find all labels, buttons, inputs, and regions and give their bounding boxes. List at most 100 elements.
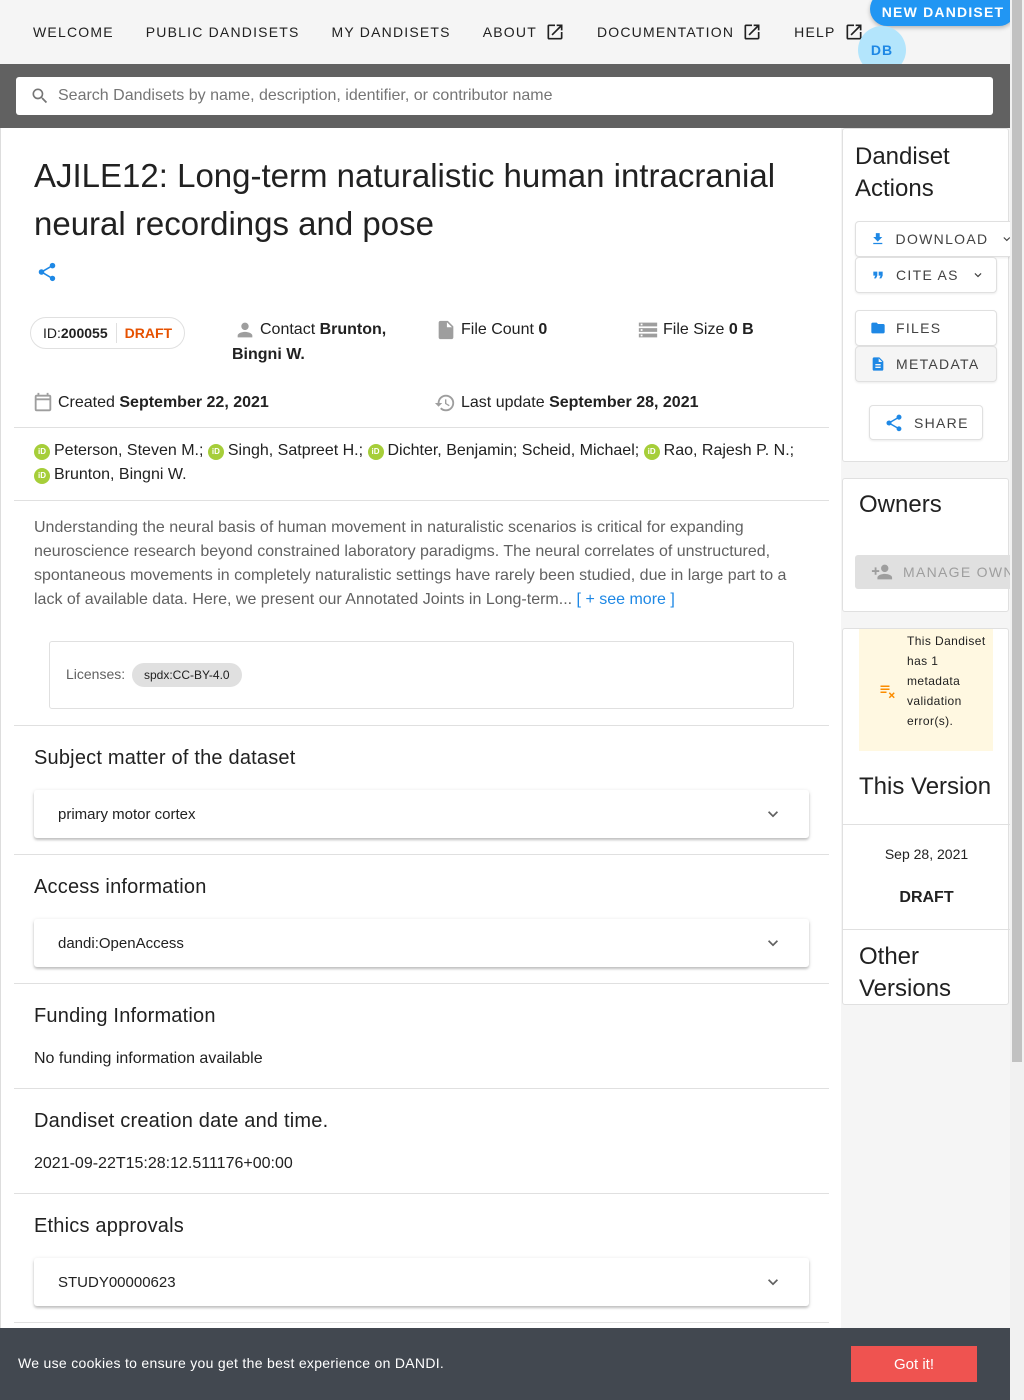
playlist-remove-icon [880,685,895,699]
search-band [0,64,1010,128]
divider [14,854,829,855]
ethics-expander[interactable]: STUDY00000623 [34,1258,809,1306]
divider [14,983,829,984]
access-expander[interactable]: dandi:OpenAccess [34,919,809,967]
chevron-down-icon [974,273,982,278]
id-label: ID: [43,325,61,341]
validation-warning[interactable]: This Dandiset has 1 metadata validation … [859,629,993,751]
subject-value: primary motor cortex [58,805,196,823]
see-more-link[interactable]: [ + see more ] [577,591,675,608]
status-badge: DRAFT [124,325,173,341]
dandiset-actions-card: Dandiset Actions DOWNLOAD CITE AS FILES … [842,128,1015,462]
manage-owners-button[interactable]: MANAGE OWNERS [855,555,1015,589]
divider [14,427,829,428]
nav-my-dandisets-label: MY DANDISETS [331,24,451,40]
dandiset-title: AJILE12: Long-term naturalistic human in… [34,157,776,242]
chevron-down-icon [768,1279,778,1286]
folder-icon [871,322,885,334]
files-button[interactable]: FILES [855,310,997,346]
download-button[interactable]: DOWNLOAD [855,221,1015,257]
person-icon [237,322,253,338]
contributor: Rao, Rajesh P. N.; [663,442,795,459]
metadata-label: METADATA [896,356,980,372]
nav-welcome[interactable]: WELCOME [0,0,130,64]
open-in-new-icon [547,24,563,40]
download-label: DOWNLOAD [895,231,989,247]
search-icon [32,88,48,104]
other-versions-title: Other Versions [859,943,952,1002]
license-chip: spdx:CC-BY-4.0 [132,663,242,687]
subject-heading: Subject matter of the dataset [34,747,296,769]
nav-documentation[interactable]: DOCUMENTATION [581,0,778,64]
contact-info: Contact Brunton, Bingni W. [232,317,422,367]
contributor: Dichter, Benjamin; [387,442,518,459]
version-date: Sep 28, 2021 [884,846,969,862]
contributor: Brunton, Bingni W. [54,466,187,483]
orcid-icon[interactable]: iD [207,444,224,460]
divider [14,1193,829,1194]
search-input[interactable] [58,87,958,105]
person-add-icon [871,564,893,580]
funding-value: No funding information available [34,1050,263,1067]
share-icon[interactable] [36,261,58,283]
cookie-accept-button[interactable]: Got it! [851,1346,977,1382]
access-heading: Access information [34,876,207,898]
contributor: Scheid, Michael; [521,442,640,459]
nav-my-dandisets[interactable]: MY DANDISETS [316,0,467,64]
access-value: dandi:OpenAccess [58,934,184,952]
updated-date: September 28, 2021 [549,394,699,411]
scrollbar-thumb[interactable] [1012,0,1022,1062]
chip-divider [115,323,117,343]
share-button[interactable]: SHARE [869,405,983,440]
cookie-message: We use cookies to ensure you get the bes… [18,1355,445,1371]
manage-owners-label: MANAGE OWNERS [903,564,1015,580]
format-quote-icon [873,271,883,279]
nav-welcome-label: WELCOME [33,24,114,40]
creation-value: 2021-09-22T15:28:12.511176+00:00 [34,1155,293,1172]
history-icon [434,394,455,412]
dandiset-id: 200055 [60,325,108,341]
metadata-button[interactable]: METADATA [855,346,997,382]
orcid-icon[interactable]: iD [34,444,50,460]
file-count-value: 0 [538,321,548,338]
nav-public-dandisets[interactable]: PUBLIC DANDISETS [130,0,316,64]
ethics-value: STUDY00000623 [58,1273,176,1291]
divider [14,1322,829,1323]
contributor: Singh, Satpreet H.; [227,442,364,459]
subject-expander[interactable]: primary motor cortex [34,790,809,838]
created-info: Created September 22, 2021 [32,390,269,415]
storage-icon [638,322,658,338]
files-label: FILES [896,320,942,336]
licenses-box: Licenses: spdx:CC-BY-4.0 [49,641,794,709]
open-in-new-icon [744,24,760,40]
validation-warning-text: This Dandiset has 1 metadata validation … [907,634,986,728]
nav-help-label: HELP [794,24,836,40]
new-dandiset-button[interactable]: NEW DANDISET [870,0,1016,26]
version-status[interactable]: DRAFT [843,889,1010,907]
created-date: September 22, 2021 [119,394,269,411]
page-scrollbar[interactable] [1010,0,1024,1400]
dandiset-id-chip: ID: 200055 DRAFT [30,317,186,349]
owners-card: Owners MANAGE OWNERS [842,478,1015,612]
description-icon [872,357,884,371]
file-size-value: 0 B [728,321,754,338]
contributor: Peterson, Steven M.; [54,442,204,459]
nav-about[interactable]: ABOUT [467,0,581,64]
divider [14,725,829,726]
divider [14,500,829,501]
cite-as-label: CITE AS [896,267,959,283]
orcid-icon[interactable]: iD [34,468,50,484]
cite-as-button[interactable]: CITE AS [855,257,997,293]
funding-heading: Funding Information [34,1005,216,1027]
orcid-icon[interactable]: iD [643,444,660,460]
file-icon [438,320,454,340]
nav-public-dandisets-label: PUBLIC DANDISETS [145,24,300,40]
share-icon [886,414,902,431]
divider [14,1088,829,1089]
calendar-icon [34,392,52,412]
chevron-down-icon [768,940,778,947]
orcid-icon[interactable]: iD [367,444,384,460]
file-size-info: File Size 0 B [637,317,754,342]
nav-about-label: ABOUT [482,24,537,40]
owners-title: Owners [859,491,942,518]
